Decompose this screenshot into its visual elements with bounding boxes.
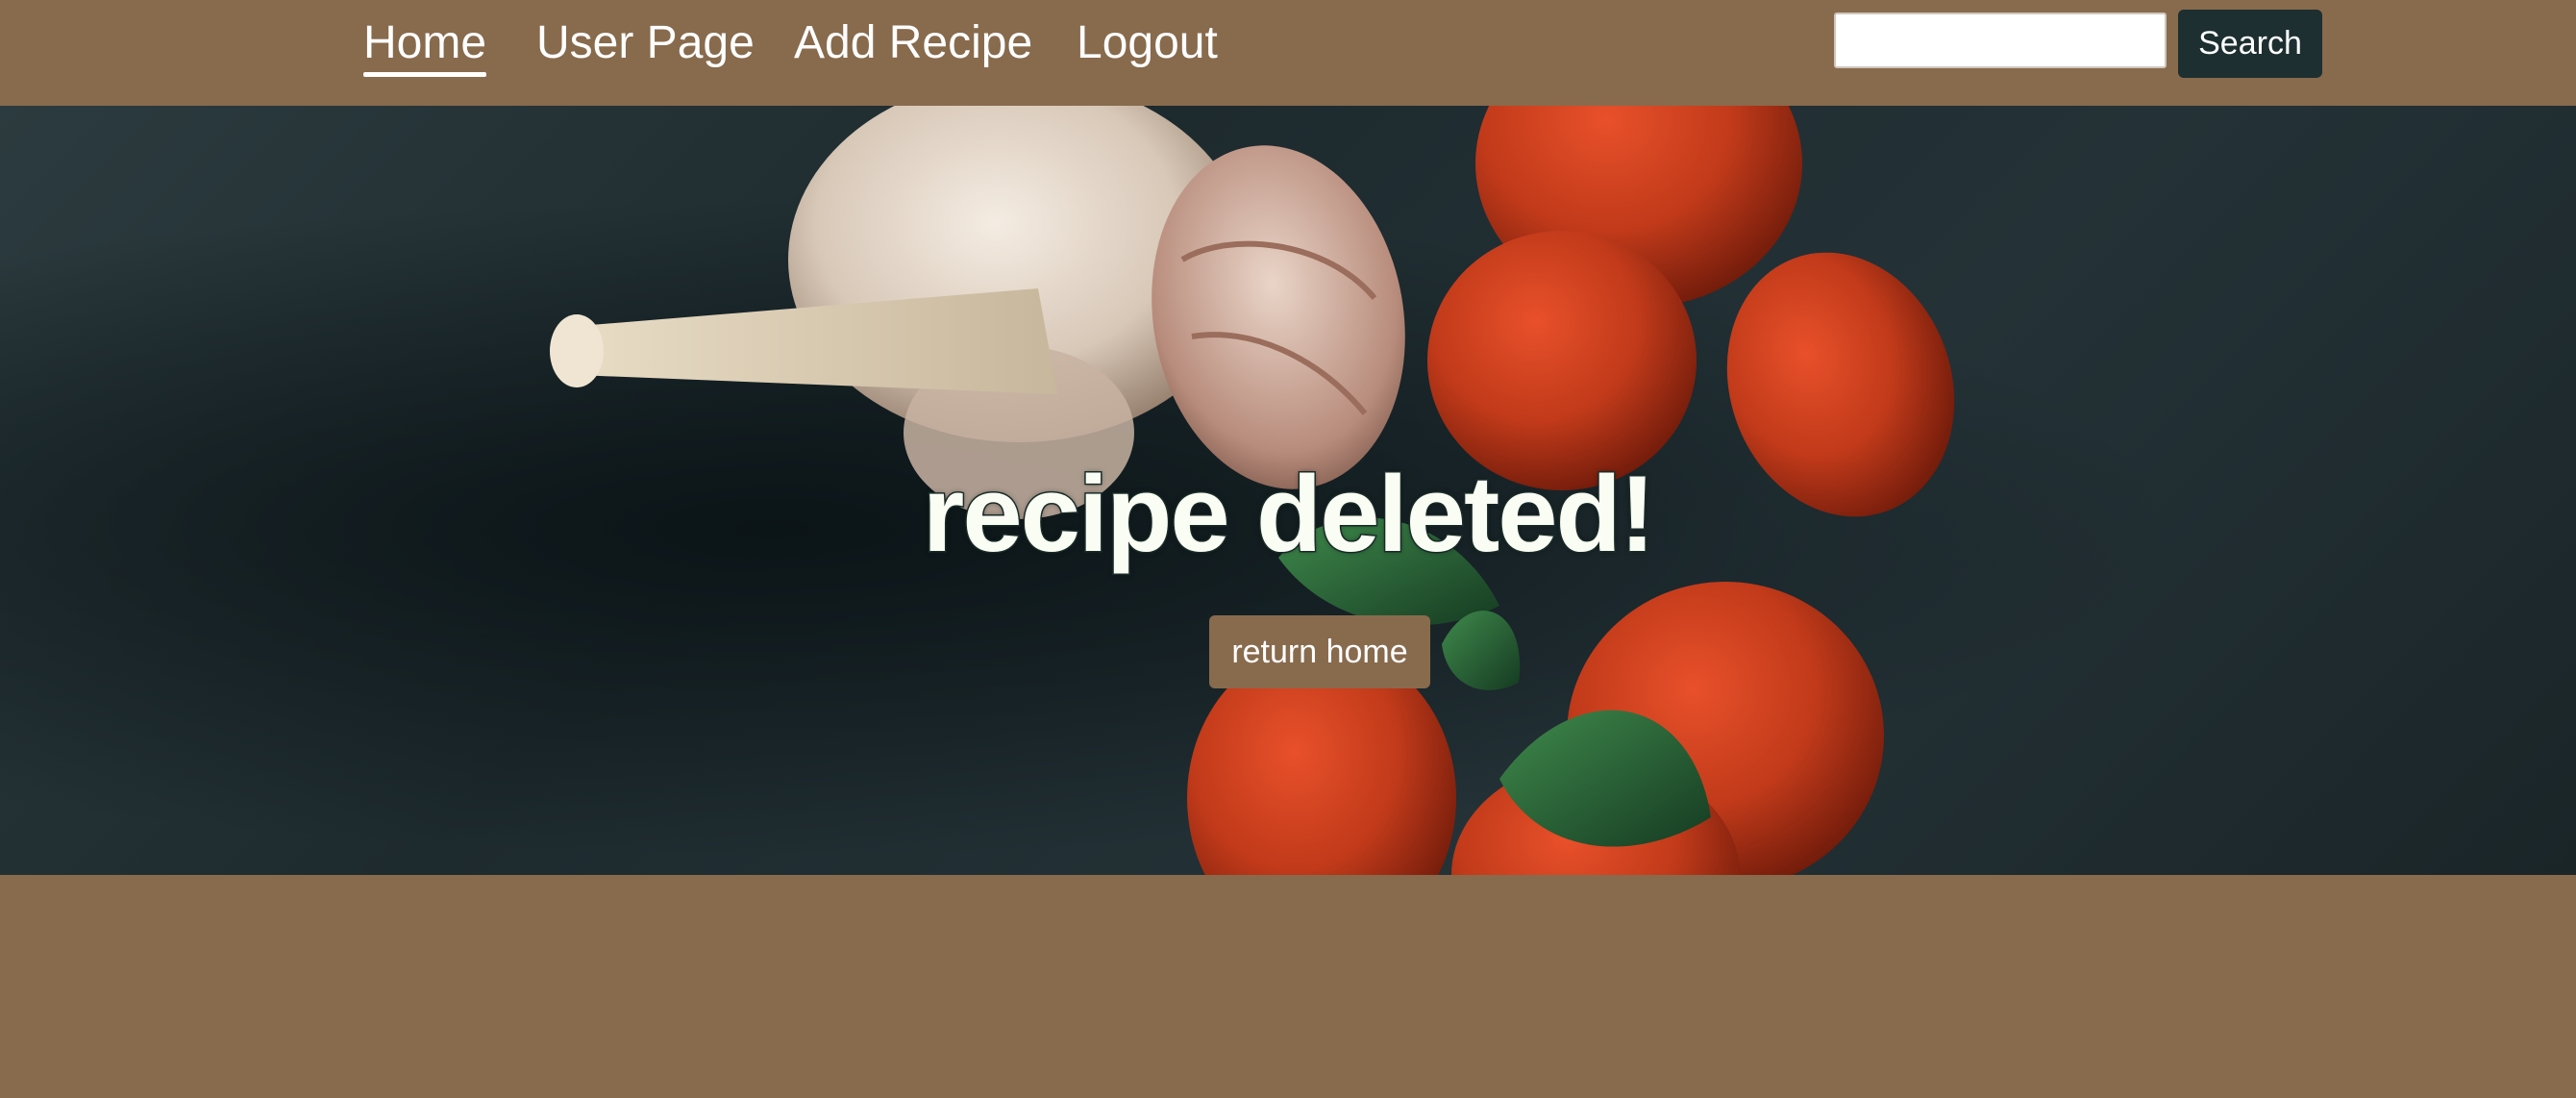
hero-banner: recipe deleted! return home: [0, 106, 2576, 875]
top-navbar: Home User Page Add Recipe Logout Search: [0, 0, 2576, 106]
return-home-button[interactable]: return home: [1209, 615, 1430, 688]
search-button[interactable]: Search: [2178, 10, 2322, 78]
search-input[interactable]: [1834, 12, 2167, 68]
nav-link-add-recipe[interactable]: Add Recipe: [794, 13, 1032, 73]
nav-link-user-page[interactable]: User Page: [536, 13, 755, 73]
page-background: [0, 875, 2576, 1098]
nav-link-home[interactable]: Home: [363, 13, 487, 77]
page-title: recipe deleted!: [921, 453, 1657, 576]
nav-link-logout[interactable]: Logout: [1077, 13, 1218, 73]
